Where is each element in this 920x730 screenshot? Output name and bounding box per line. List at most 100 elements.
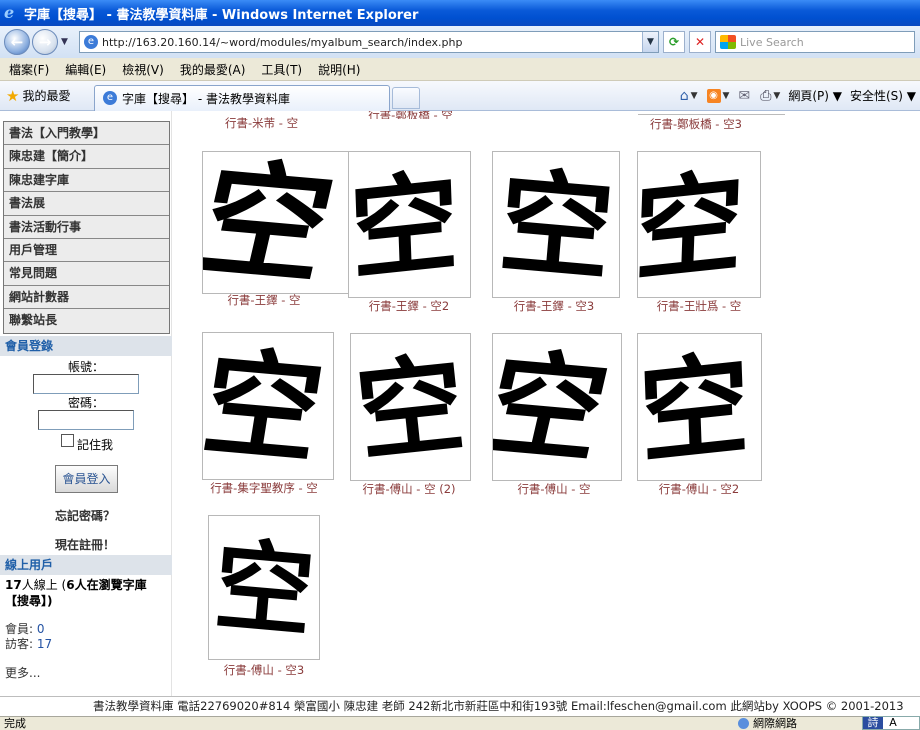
page-menu-label: 網頁(P) <box>788 89 829 103</box>
stop-icon: ✕ <box>694 35 706 49</box>
sidebar-item-faq[interactable]: 常見問題 <box>4 262 169 286</box>
gallery-caption[interactable]: 行書-王壯爲 - 空 <box>609 298 789 314</box>
tab-current[interactable]: e 字庫【搜尋】 - 書法教學資料庫 <box>94 84 390 111</box>
history-dropdown-button[interactable]: ▼ <box>61 37 73 47</box>
status-bar: 完成 網際網路 <box>0 716 920 730</box>
menu-tools[interactable]: 工具(T) <box>253 61 310 78</box>
visitors-stat: 訪客: 17 <box>5 635 52 652</box>
calligraphy-image: 空 <box>203 152 346 293</box>
more-link[interactable]: 更多... <box>5 664 40 681</box>
forgot-password-link[interactable]: 忘記密碼？ <box>55 507 115 524</box>
calligraphy-image: 空 <box>638 340 752 480</box>
calligraphy-thumbnail[interactable]: 空 <box>348 151 471 298</box>
members-count: 0 <box>36 622 45 636</box>
calligraphy-thumbnail[interactable]: 空 <box>492 333 622 481</box>
calligraphy-image: 空 <box>209 527 318 651</box>
register-link[interactable]: 現在註冊！ <box>55 536 115 553</box>
gallery-caption[interactable]: 行書-鄭板橋 - 空3 <box>650 116 742 132</box>
safety-menu-label: 安全性(S) <box>849 89 903 103</box>
refresh-icon: ⟳ <box>668 35 680 49</box>
print-dropdown-button[interactable]: ▼ <box>773 91 780 101</box>
page-content: 書法【入門教學】 陳忠建【簡介】 陳忠建字庫 書法展 書法活動行事 用戶管理 常… <box>0 111 920 696</box>
refresh-button[interactable]: ⟳ <box>663 31 685 53</box>
search-input[interactable]: Live Search <box>740 36 804 49</box>
mail-icon[interactable]: ✉ <box>738 88 750 104</box>
search-box[interactable]: Live Search <box>715 31 915 53</box>
calligraphy-thumbnail[interactable]: 空 <box>637 333 762 481</box>
gallery-caption[interactable]: 行書-傅山 - 空3 <box>174 662 354 678</box>
rss-icon[interactable]: ◉ <box>706 88 721 103</box>
tab-title: 字庫【搜尋】 - 書法教學資料庫 <box>122 91 290 106</box>
calligraphy-thumbnail[interactable]: 空 <box>208 515 320 660</box>
sidebar-item-contact[interactable]: 聯繫站長 <box>4 309 169 332</box>
menu-help[interactable]: 說明(H) <box>310 61 368 78</box>
ime-indicator[interactable]: 詩 A <box>862 716 920 730</box>
left-sidebar: 書法【入門教學】 陳忠建【簡介】 陳忠建字庫 書法展 書法活動行事 用戶管理 常… <box>0 111 172 696</box>
remember-checkbox[interactable] <box>61 434 74 447</box>
account-input[interactable] <box>33 374 139 394</box>
title-bar: e 字庫【搜尋】 - 書法教學資料庫 - Windows Internet Ex… <box>0 0 920 26</box>
password-label: 密碼： <box>68 396 105 410</box>
calligraphy-thumbnail[interactable]: 空 <box>492 151 620 298</box>
menu-view[interactable]: 檢視(V) <box>114 61 172 78</box>
online-users-heading: 線上用戶 <box>0 555 172 575</box>
gallery-caption[interactable]: 行書-傅山 - 空2 <box>609 481 789 497</box>
menu-favorites[interactable]: 我的最愛(A) <box>172 61 254 78</box>
svg-text:空: 空 <box>203 333 332 479</box>
login-button[interactable]: 會員登入 <box>55 465 118 493</box>
sidebar-item-user-management[interactable]: 用戶管理 <box>4 239 169 263</box>
menu-edit[interactable]: 編輯(E) <box>57 61 114 78</box>
gallery-caption[interactable]: 行書-米芾 - 空 <box>225 115 298 131</box>
home-icon[interactable]: ⌂ <box>680 88 689 104</box>
sidebar-item-profile[interactable]: 陳忠建【簡介】 <box>4 145 169 169</box>
ime-alpha-label: A <box>889 716 897 729</box>
page-menu-button[interactable]: 網頁(P) ▼ <box>788 87 842 104</box>
sidebar-item-counter[interactable]: 網站計數器 <box>4 286 169 310</box>
home-dropdown-button[interactable]: ▼ <box>691 91 698 101</box>
live-search-icon <box>720 35 736 49</box>
calligraphy-image: 空 <box>493 336 619 479</box>
sidebar-item-exhibition[interactable]: 書法展 <box>4 192 169 216</box>
calligraphy-thumbnail[interactable]: 空 <box>637 151 761 298</box>
arrow-right-icon: → <box>38 33 52 51</box>
svg-text:空: 空 <box>638 158 746 297</box>
calligraphy-thumbnail[interactable]: 空 <box>202 151 350 294</box>
back-button[interactable]: ← <box>4 29 30 55</box>
address-bar[interactable]: e http://163.20.160.14/~word/modules/mya… <box>79 31 659 53</box>
star-icon: ★ <box>6 86 20 105</box>
calligraphy-image: 空 <box>203 333 332 479</box>
calligraphy-thumbnail[interactable]: 空 <box>350 333 471 481</box>
browsing-count: 6 <box>66 578 75 592</box>
sidebar-item-events[interactable]: 書法活動行事 <box>4 216 169 239</box>
thumbnail-border <box>638 114 785 115</box>
safety-menu-button[interactable]: 安全性(S) ▼ <box>850 87 916 104</box>
calligraphy-image: 空 <box>351 342 470 477</box>
feeds-dropdown-button[interactable]: ▼ <box>723 91 730 101</box>
arrow-left-icon: ← <box>10 33 24 51</box>
members-label: 會員: <box>5 622 34 636</box>
page-icon: e <box>84 35 98 49</box>
account-label: 帳號： <box>68 360 105 374</box>
forward-button[interactable]: → <box>32 29 58 55</box>
address-input[interactable]: http://163.20.160.14/~word/modules/myalb… <box>102 36 642 49</box>
svg-text:空: 空 <box>203 152 346 293</box>
stop-button[interactable]: ✕ <box>689 31 711 53</box>
calligraphy-thumbnail[interactable]: 空 <box>202 332 334 480</box>
password-input[interactable] <box>38 410 134 430</box>
online-count: 17 <box>5 578 22 592</box>
new-tab-button[interactable] <box>392 86 420 109</box>
sidebar-item-intro-lesson[interactable]: 書法【入門教學】 <box>4 122 169 146</box>
main-menu: 書法【入門教學】 陳忠建【簡介】 陳忠建字庫 書法展 書法活動行事 用戶管理 常… <box>3 121 170 334</box>
remember-label: 記住我 <box>77 438 114 452</box>
gallery-caption[interactable]: 行書-鄭板橋 - 空 <box>363 111 458 119</box>
address-dropdown-button[interactable]: ▼ <box>642 32 658 52</box>
sidebar-item-character-library[interactable]: 陳忠建字庫 <box>4 169 169 193</box>
calligraphy-image: 空 <box>494 155 619 297</box>
calligraphy-image: 空 <box>349 158 461 296</box>
favorites-button[interactable]: ★ 我的最愛 <box>0 87 90 105</box>
online-users-summary: 17人線上 (6人在瀏覽字庫【搜尋】) <box>5 577 165 609</box>
menu-file[interactable]: 檔案(F) <box>0 61 57 78</box>
svg-text:空: 空 <box>638 340 752 480</box>
favorites-label: 我的最愛 <box>22 89 71 103</box>
print-icon[interactable]: ⎙ <box>760 88 771 104</box>
